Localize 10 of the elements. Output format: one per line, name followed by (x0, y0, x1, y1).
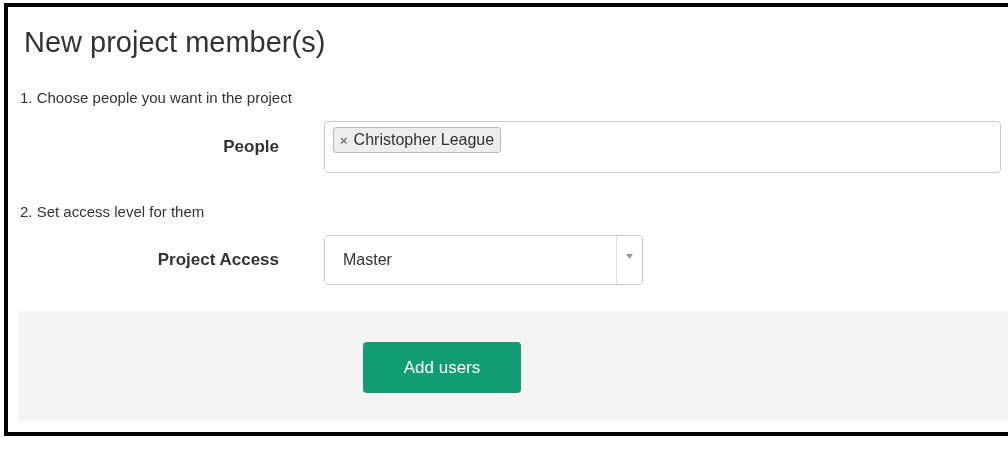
remove-tag-button[interactable]: × (340, 132, 348, 148)
step-instruction: 2. Set access level for them (20, 203, 206, 221)
access-dropdown[interactable]: Master (324, 235, 643, 285)
field-label: Project Access (156, 250, 280, 270)
people-field[interactable]: × Christopher League (324, 121, 1001, 173)
page-title: New project member(s) (24, 25, 327, 59)
caret-icon (626, 254, 633, 259)
field-label: People (222, 137, 280, 157)
tag-text: Christopher League (353, 131, 495, 149)
step-instruction: 1. Choose people you want in the project (20, 89, 293, 107)
